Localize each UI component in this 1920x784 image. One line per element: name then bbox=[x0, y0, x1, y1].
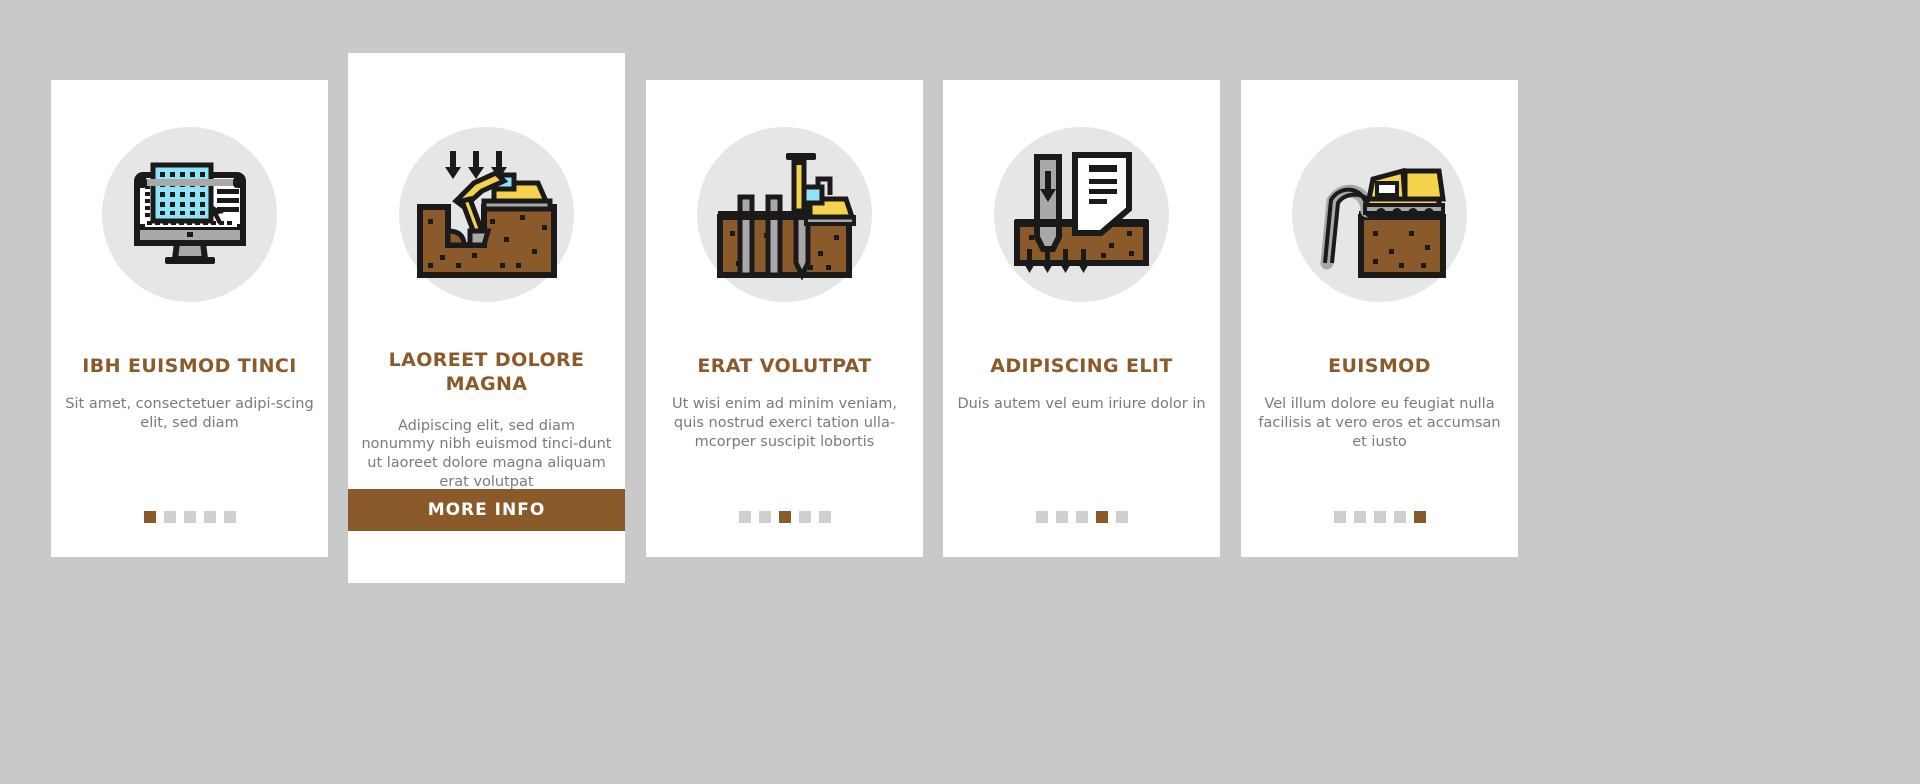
pagination-dot[interactable] bbox=[738, 511, 751, 523]
pagination-dot[interactable] bbox=[1373, 511, 1386, 523]
pagination-dots[interactable] bbox=[943, 511, 1220, 523]
pagination-dot[interactable] bbox=[818, 511, 831, 523]
icon-container-3 bbox=[697, 127, 872, 302]
icon-container-4 bbox=[994, 127, 1169, 302]
pagination-dot[interactable] bbox=[183, 511, 196, 523]
pagination-dot[interactable] bbox=[1353, 511, 1366, 523]
cad-monitor-icon bbox=[133, 162, 246, 264]
pagination-dot[interactable] bbox=[1095, 511, 1108, 523]
pagination-dot[interactable] bbox=[223, 511, 236, 523]
pagination-dot[interactable] bbox=[1055, 511, 1068, 523]
pagination-dots[interactable] bbox=[646, 511, 923, 523]
pagination-dot[interactable] bbox=[1075, 511, 1088, 523]
onboarding-card-3[interactable]: ERAT VOLUTPAT Ut wisi enim ad minim veni… bbox=[646, 80, 923, 557]
pagination-dot[interactable] bbox=[1393, 511, 1406, 523]
card-title: EUISMOD bbox=[1328, 355, 1431, 377]
onboarding-card-5[interactable]: EUISMOD Vel illum dolore eu feugiat null… bbox=[1241, 80, 1518, 557]
onboarding-card-2-featured[interactable]: LAOREET DOLORE MAGNA Adipiscing elit, se… bbox=[348, 53, 625, 583]
pagination-dot[interactable] bbox=[1115, 511, 1128, 523]
card-description: Duis autem vel eum iriure dolor in bbox=[957, 396, 1206, 413]
pile-driver-icon bbox=[717, 152, 856, 281]
icon-container-1 bbox=[102, 127, 277, 302]
card-title: ERAT VOLUTPAT bbox=[697, 355, 872, 377]
card-title: ADIPISCING ELIT bbox=[990, 355, 1173, 377]
pagination-dot[interactable] bbox=[1035, 511, 1048, 523]
pagination-dot[interactable] bbox=[163, 511, 176, 523]
card-description: Vel illum dolore eu feugiat nulla facili… bbox=[1258, 396, 1501, 450]
pagination-dots[interactable] bbox=[51, 511, 328, 523]
onboarding-card-4[interactable]: ADIPISCING ELIT Duis autem vel eum iriur… bbox=[943, 80, 1220, 557]
pagination-dot[interactable] bbox=[758, 511, 771, 523]
foundation-pile-document-icon bbox=[1014, 151, 1149, 273]
pagination-dot[interactable] bbox=[1333, 511, 1346, 523]
icon-container-2 bbox=[399, 127, 574, 302]
concrete-pump-truck-icon bbox=[1320, 167, 1446, 278]
card-description: Sit amet, consectetuer adipi-scing elit,… bbox=[65, 396, 314, 432]
pagination-dot[interactable] bbox=[1413, 511, 1426, 523]
card-title: IBH EUISMOD TINCI bbox=[82, 355, 297, 377]
pagination-dots[interactable] bbox=[1241, 511, 1518, 523]
pagination-dot[interactable] bbox=[778, 511, 791, 523]
more-info-button[interactable]: MORE INFO bbox=[348, 489, 625, 531]
card-title: LAOREET DOLORE MAGNA bbox=[388, 349, 585, 396]
pagination-dot[interactable] bbox=[143, 511, 156, 523]
onboarding-screens-stage: IBH EUISMOD TINCI Sit amet, consectetuer… bbox=[0, 0, 1920, 784]
pagination-dot[interactable] bbox=[798, 511, 811, 523]
excavator-digging-icon bbox=[416, 150, 557, 278]
card-description: Adipiscing elit, sed diam nonummy nibh e… bbox=[361, 417, 612, 491]
pagination-dot[interactable] bbox=[203, 511, 216, 523]
card-description: Ut wisi enim ad minim veniam, quis nostr… bbox=[671, 396, 897, 450]
onboarding-card-1[interactable]: IBH EUISMOD TINCI Sit amet, consectetuer… bbox=[51, 80, 328, 557]
icon-container-5 bbox=[1292, 127, 1467, 302]
